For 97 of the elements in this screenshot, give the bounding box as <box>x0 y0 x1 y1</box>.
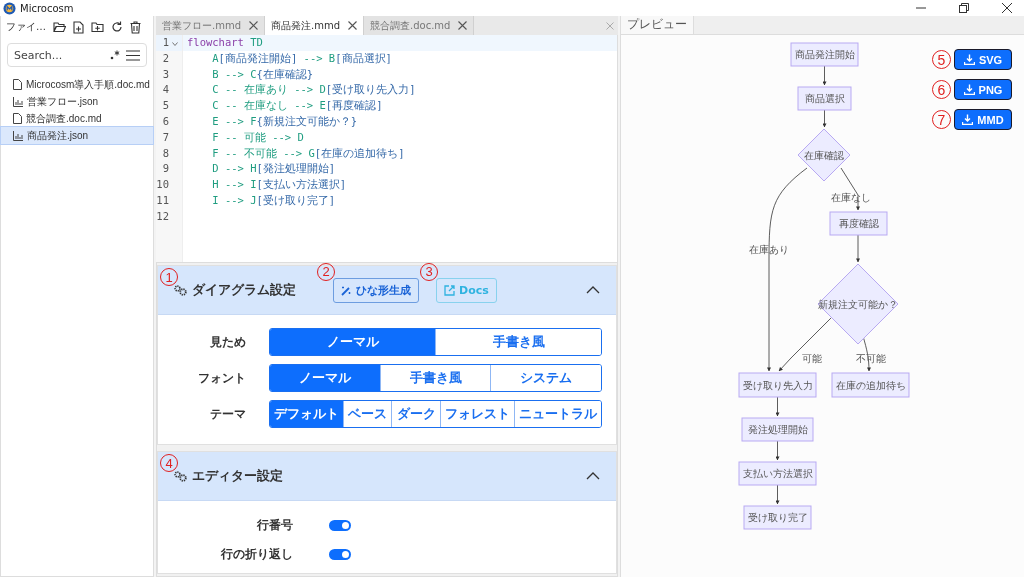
close-icon[interactable] <box>348 21 358 30</box>
code-line: flowchart TD <box>187 36 263 48</box>
chevron-up-icon[interactable] <box>586 472 600 480</box>
line-number: 5 <box>162 99 169 112</box>
regex-icon[interactable] <box>110 50 120 60</box>
download-icon <box>962 114 974 125</box>
flowchart-node-label: 受け取り完了 <box>747 512 808 523</box>
file-item[interactable]: 競合調査.doc.md <box>1 110 153 127</box>
bar-chart-icon <box>13 130 23 141</box>
magic-wand-icon <box>341 284 352 296</box>
line-number: 3 <box>162 67 169 80</box>
segment-option[interactable]: ニュートラル <box>513 401 601 427</box>
line-number: 7 <box>162 130 169 143</box>
export-button[interactable]: MMD <box>954 109 1012 130</box>
preview-tab[interactable]: プレビュー <box>621 16 694 34</box>
flowchart-node-label: 受け取り先入力 <box>742 379 813 391</box>
setting-label: テーマ <box>209 405 247 423</box>
fold-chevron-icon[interactable] <box>172 42 178 46</box>
file-item[interactable]: Microcosm導入手順.doc.md <box>1 76 153 93</box>
line-number: 9 <box>162 162 169 175</box>
setting-label: 見ため <box>209 333 247 351</box>
chevron-up-icon[interactable] <box>586 286 600 294</box>
line-number: 10 <box>156 178 169 191</box>
document-icon <box>13 79 22 90</box>
code-line: F -- 不可能 --> G[在庫の追加待ち] <box>211 146 405 159</box>
code-line: I --> J[受け取り完了] <box>211 193 336 206</box>
flowchart-node-label: 支払い方法選択 <box>742 468 813 479</box>
download-icon <box>963 84 975 95</box>
new-folder-icon[interactable] <box>91 21 104 33</box>
flowchart-node-label: 新規注文可能か？ <box>818 298 898 310</box>
edge-label: 在庫あり <box>749 243 789 255</box>
line-number: 11 <box>156 193 169 206</box>
trash-icon[interactable] <box>130 20 141 34</box>
edge-label: 不可能 <box>856 352 886 364</box>
segment-option[interactable]: システム <box>490 365 601 391</box>
file-item[interactable]: 商品発注.json <box>1 127 153 144</box>
external-link-icon <box>444 284 455 296</box>
segment-option[interactable]: ノーマル <box>270 329 435 355</box>
setting-label: フォント <box>197 369 247 387</box>
line-number: 1 <box>162 36 169 48</box>
code-line: C -- 在庫なし --> E[再度確認] <box>211 99 383 112</box>
close-icon[interactable] <box>249 21 258 30</box>
setting-label: 行の折り返し <box>220 546 294 563</box>
code-line: B --> C{在庫確認} <box>211 67 314 80</box>
sidebar-title: ファイ… <box>6 20 46 34</box>
document-icon <box>13 113 22 124</box>
flowchart-node-label: 再度確認 <box>838 218 879 229</box>
flowchart-node-label: 商品選択 <box>804 93 845 104</box>
toggle-switch[interactable] <box>329 549 351 560</box>
code-line: E --> F{新規注文可能か？} <box>211 115 358 127</box>
flowchart-node-label: 在庫の追加待ち <box>835 379 906 391</box>
code-editor[interactable] <box>156 35 618 262</box>
segment-option[interactable]: 手書き風 <box>435 329 601 355</box>
gears-icon <box>174 470 187 482</box>
refresh-icon[interactable] <box>111 21 123 33</box>
section-title: ダイアグラム設定 <box>192 281 296 299</box>
template-button[interactable]: ひな形生成 <box>333 277 419 303</box>
line-number: 2 <box>162 51 169 64</box>
segment-option[interactable]: ノーマル <box>270 365 380 391</box>
bar-chart-icon <box>13 96 23 107</box>
flowchart-node-label: 在庫確認 <box>804 149 844 161</box>
code-line: H --> I[支払い方法選択] <box>211 178 347 191</box>
app-logo-icon <box>3 1 16 15</box>
line-number: 4 <box>162 83 169 96</box>
toggle-switch[interactable] <box>329 520 351 531</box>
download-icon <box>963 54 975 65</box>
line-number: 12 <box>156 209 169 222</box>
export-button[interactable]: SVG <box>954 49 1012 70</box>
code-line: A[商品発注開始] --> B[商品選択] <box>211 51 392 64</box>
editor-tab[interactable]: 営業フロー.mmd <box>156 16 265 35</box>
new-file-icon[interactable] <box>73 20 84 34</box>
menu-icon[interactable] <box>126 49 140 61</box>
close-icon[interactable] <box>458 21 468 30</box>
close-icon[interactable] <box>1002 3 1012 13</box>
editor-tab[interactable]: 競合調査.doc.md <box>364 16 475 35</box>
section-title: エディター設定 <box>192 467 283 485</box>
edge-label: 在庫なし <box>831 191 871 203</box>
code-line: F -- 可能 --> D <box>211 130 304 143</box>
export-button[interactable]: PNG <box>954 79 1012 100</box>
file-item[interactable]: 営業フロー.json <box>1 93 153 110</box>
code-line: C -- 在庫あり --> D[受け取り先入力] <box>211 83 416 96</box>
line-number: 6 <box>162 115 169 127</box>
editor-tab[interactable]: 商品発注.mmd <box>265 16 365 35</box>
restore-icon[interactable] <box>959 3 969 13</box>
flowchart-node-label: 発注処理開始 <box>747 424 808 435</box>
editor-settings-header[interactable]: 4 エディター設定 <box>158 452 616 501</box>
code-line: D --> H[発注処理開始] <box>211 162 336 175</box>
edge-label: 可能 <box>802 352 822 364</box>
search-field[interactable]: Search... <box>7 43 147 67</box>
diagram-settings-header[interactable]: 1 ダイアグラム設定 2 ひな形生成 3 Docs <box>158 266 616 315</box>
setting-label: 行番号 <box>256 517 294 534</box>
line-number: 8 <box>162 146 169 159</box>
folder-icon[interactable] <box>53 21 66 33</box>
window-title: Microcosm <box>20 2 74 14</box>
flowchart-node-label: 商品発注開始 <box>794 49 855 60</box>
gears-icon <box>174 284 187 296</box>
segment-option[interactable]: デフォルト <box>270 401 344 427</box>
